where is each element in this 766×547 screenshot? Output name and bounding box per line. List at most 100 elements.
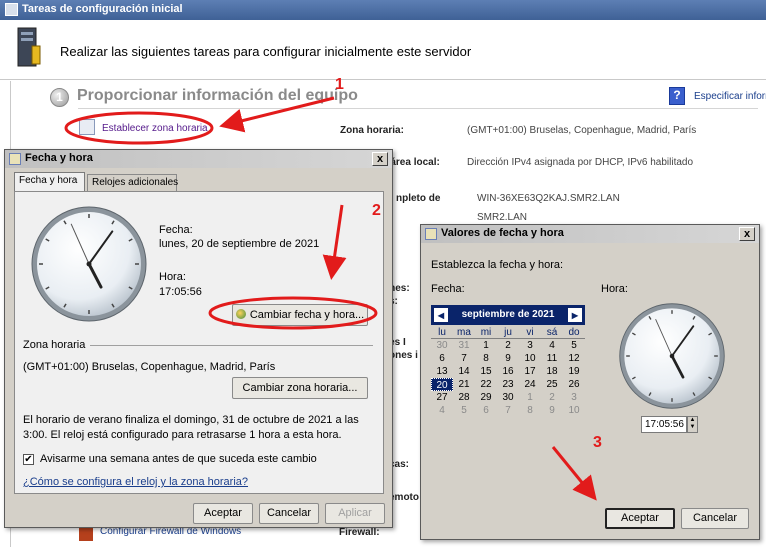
section-divider (78, 108, 758, 109)
date-time-dialog: Fecha y hora x Fecha y hora Relojes adic… (4, 149, 393, 528)
weekday-label: mi (480, 327, 492, 338)
calendar-day[interactable]: 11 (541, 352, 563, 365)
date-time-icon (9, 153, 21, 165)
full-name-label: npleto de (396, 193, 441, 204)
window-title: Tareas de configuración inicial (22, 3, 183, 15)
set-timezone-link[interactable]: Establecer zona horaria (102, 123, 208, 134)
calendar-day[interactable]: 19 (563, 365, 585, 378)
step-number-3: 3 (593, 434, 602, 451)
calendar-grid: lu ma mi ju vi sá do 30 31 1 2 3 4 5 6 7 8 9 10 11 12 13 14 15 1… (431, 326, 585, 417)
timezone-section-label: Zona horaria (23, 339, 86, 351)
timezone-task-icon (79, 119, 95, 135)
calendar-day[interactable]: 2 (541, 391, 563, 404)
calendar-day[interactable]: 4 (431, 404, 453, 417)
tab-additional-clocks[interactable]: Relojes adicionales (87, 174, 178, 191)
calendar-day[interactable]: 3 (519, 339, 541, 352)
weekday-label: sá (546, 327, 558, 338)
calendar-day[interactable]: 29 (475, 391, 497, 404)
change-timezone-button[interactable]: Cambiar zona horaria... (232, 377, 368, 399)
calendar-day[interactable]: 14 (453, 365, 475, 378)
calendar-day[interactable]: 24 (519, 378, 541, 391)
time-spinner[interactable]: ▲ ▼ (687, 416, 698, 433)
previous-month-icon[interactable]: ◀ (434, 308, 448, 322)
notify-change-checkbox[interactable]: ✔ (23, 454, 34, 465)
calendar-day[interactable]: 12 (563, 352, 585, 365)
help-icon[interactable]: ? (669, 87, 685, 105)
calendar-day[interactable]: 22 (475, 378, 497, 391)
calendar-day[interactable]: 18 (541, 365, 563, 378)
calendar-month-label[interactable]: septiembre de 2021 (462, 309, 555, 320)
calendar-day[interactable]: 8 (519, 404, 541, 417)
calendar-day[interactable]: 5 (563, 339, 585, 352)
computer-name-value: WIN-36XE63Q2KAJ.SMR2.LAN (477, 193, 620, 204)
calendar-day[interactable]: 17 (519, 365, 541, 378)
calendar-day[interactable]: 20 (431, 378, 453, 391)
close-icon[interactable]: x (739, 227, 755, 241)
apply-button[interactable]: Aplicar (325, 503, 385, 524)
calendar-day[interactable]: 21 (453, 378, 475, 391)
spin-up-icon[interactable]: ▲ (688, 417, 697, 424)
step-number-1: 1 (335, 76, 344, 93)
calendar-week-row: 20 21 22 23 24 25 26 (431, 378, 585, 391)
calendar-day[interactable]: 16 (497, 365, 519, 378)
local-network-value: Dirección IPv4 asignada por DHCP, IPv6 h… (467, 157, 694, 168)
calendar-day[interactable]: 7 (497, 404, 519, 417)
time-label: Hora: (159, 271, 186, 283)
calendar-day[interactable]: 10 (519, 352, 541, 365)
calendar-day[interactable]: 5 (453, 404, 475, 417)
ok-button[interactable]: Aceptar (193, 503, 253, 524)
calendar-day[interactable]: 9 (497, 352, 519, 365)
analog-clock (619, 303, 725, 409)
header-instructions: Realizar las siguientes tareas para conf… (60, 44, 472, 59)
close-icon[interactable]: x (372, 152, 388, 166)
calendar-day[interactable]: 28 (453, 391, 475, 404)
partial-label: ones i (389, 350, 418, 361)
calendar-day[interactable]: 1 (519, 391, 541, 404)
calendar-day[interactable]: 9 (541, 404, 563, 417)
notify-change-label[interactable]: Avisarme una semana antes de que suceda … (40, 453, 317, 465)
next-month-icon[interactable]: ▶ (568, 308, 582, 322)
change-date-time-button[interactable]: Cambiar fecha y hora... (232, 304, 368, 326)
calendar-day[interactable]: 27 (431, 391, 453, 404)
tab-date-time[interactable]: Fecha y hora (14, 172, 85, 191)
calendar-week-row: 13 14 15 16 17 18 19 (431, 365, 585, 378)
calendar-day[interactable]: 30 (497, 391, 519, 404)
date-label: Fecha: (431, 283, 465, 295)
weekday-label: lu (438, 327, 446, 338)
calendar-day[interactable]: 10 (563, 404, 585, 417)
calendar-day[interactable]: 15 (475, 365, 497, 378)
clock-help-link[interactable]: ¿Cómo se configura el reloj y la zona ho… (23, 476, 248, 488)
dst-notice: El horario de verano finaliza el domingo… (23, 414, 359, 441)
calendar-day[interactable]: 8 (475, 352, 497, 365)
calendar-day[interactable]: 6 (475, 404, 497, 417)
calendar-week-row: 27 28 29 30 1 2 3 (431, 391, 585, 404)
date-time-settings-titlebar: Valores de fecha y hora x (421, 225, 759, 243)
weekday-label: vi (526, 327, 534, 338)
weekday-label: ju (504, 327, 512, 338)
calendar-day[interactable]: 3 (563, 391, 585, 404)
calendar-day[interactable]: 7 (453, 352, 475, 365)
calendar-day[interactable]: 25 (541, 378, 563, 391)
time-input[interactable]: 17:05:56 (641, 416, 687, 433)
calendar-day[interactable]: 13 (431, 365, 453, 378)
calendar-day[interactable]: 4 (541, 339, 563, 352)
calendar-day[interactable]: 2 (497, 339, 519, 352)
ok-button[interactable]: Aceptar (605, 508, 675, 529)
calendar-day[interactable]: 30 (431, 339, 453, 352)
calendar-day[interactable]: 31 (453, 339, 475, 352)
calendar-day[interactable]: 26 (563, 378, 585, 391)
cancel-button[interactable]: Cancelar (259, 503, 319, 524)
cancel-button[interactable]: Cancelar (681, 508, 749, 529)
spin-down-icon[interactable]: ▼ (688, 424, 697, 431)
date-label: Fecha: (159, 224, 193, 236)
calendar-day[interactable]: 23 (497, 378, 519, 391)
calendar-week-row: 4 5 6 7 8 9 10 (431, 404, 585, 417)
partial-label: emoto (389, 492, 419, 503)
calendar-day[interactable]: 6 (431, 352, 453, 365)
analog-clock (31, 206, 147, 322)
step-number-2: 2 (372, 202, 381, 219)
weekday-label: ma (457, 327, 471, 338)
calendar-day[interactable]: 1 (475, 339, 497, 352)
specify-info-link[interactable]: Especificar informa (694, 91, 766, 102)
firewall-icon (79, 527, 93, 541)
